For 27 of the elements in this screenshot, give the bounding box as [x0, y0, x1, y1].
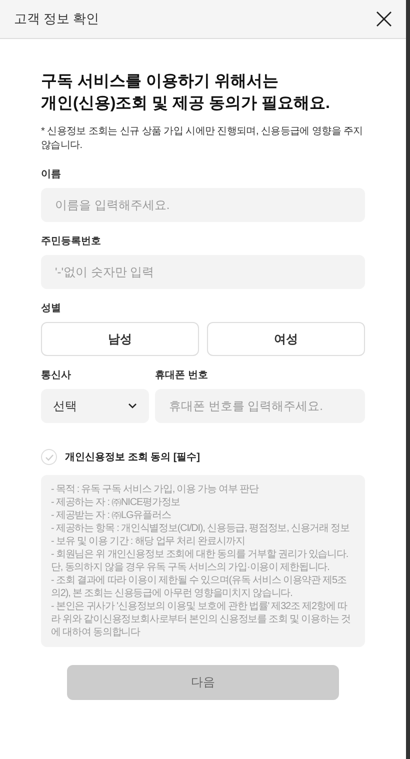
- terms-text: - 목적 : 유독 구독 서비스 가입, 이용 가능 여부 판단: [51, 483, 260, 496]
- terms-text: - 본인은 귀사가 '신용정보의 이용및 보호에 관한 법률' 제32조 제2항에 따라 위와 같이신용정보회사로부터 본인의 신용정보를 조회 및 이용하는 것에 대하여 동의합니다: [51, 600, 352, 639]
- chevron-down-icon: [128, 403, 137, 409]
- field-label: 통신사: [41, 369, 72, 382]
- input-field[interactable]: 이름을 입력해주세요.: [41, 188, 365, 222]
- window-title: 고객 정보 확인: [14, 10, 100, 28]
- notice-text: * 신용정보 조회는 신규 상품 가입 시에만 진행되며, 신용등급에 영향을 주지 않습니다.: [41, 125, 364, 153]
- field-label: 주민등록번호: [41, 235, 102, 248]
- carrier-select[interactable]: 선택: [41, 389, 149, 423]
- terms-text: - 회원님은 위 개인신용정보 조회에 대한 동의를 거부할 권리가 있습니다.단, 동의하지 않을 경우 유독 구독 서비스의 가입·이용이 제한됩니다.: [51, 548, 350, 574]
- checkbox[interactable]: [41, 449, 57, 465]
- input-field[interactable]: 휴대폰 번호를 입력해주세요.: [155, 389, 365, 423]
- terms-text: - 제공하는 자 : ㈜NICE평가정보: [51, 496, 182, 509]
- checkmark-icon: [44, 454, 54, 460]
- terms-text: - 제공받는 자 : ㈜LG유플러스: [51, 509, 172, 522]
- field-label: 성별: [41, 302, 62, 315]
- gender-option[interactable]: 여성: [207, 322, 365, 356]
- close-icon[interactable]: [376, 11, 392, 27]
- consent-label: 개인신용정보 조회 동의 [필수]: [65, 451, 200, 464]
- field-label: 휴대폰 번호: [155, 369, 209, 382]
- heading: 구독 서비스를 이용하기 위해서는 개인(신용)조회 및 제공 동의가 필요해요.: [41, 72, 331, 114]
- terms-text: - 제공하는 항목 : 개인식별정보(CI/DI), 신용등급, 평점정보, 신용거래 정보: [51, 522, 351, 535]
- field-label: 이름: [41, 168, 62, 181]
- input-field[interactable]: '-'없이 숫자만 입력: [41, 255, 365, 289]
- terms-text: - 조회 결과에 따라 이용이 제한될 수 있으며(유독 서비스 이용약관 제5조의2), 본 조회는 신용등급에 아무런 영향을미치지 않습니다.: [51, 574, 348, 600]
- terms-text: - 보유 및 이용 기간 : 해당 업무 처리 완료시까지: [51, 535, 246, 548]
- gender-option[interactable]: 남성: [41, 322, 199, 356]
